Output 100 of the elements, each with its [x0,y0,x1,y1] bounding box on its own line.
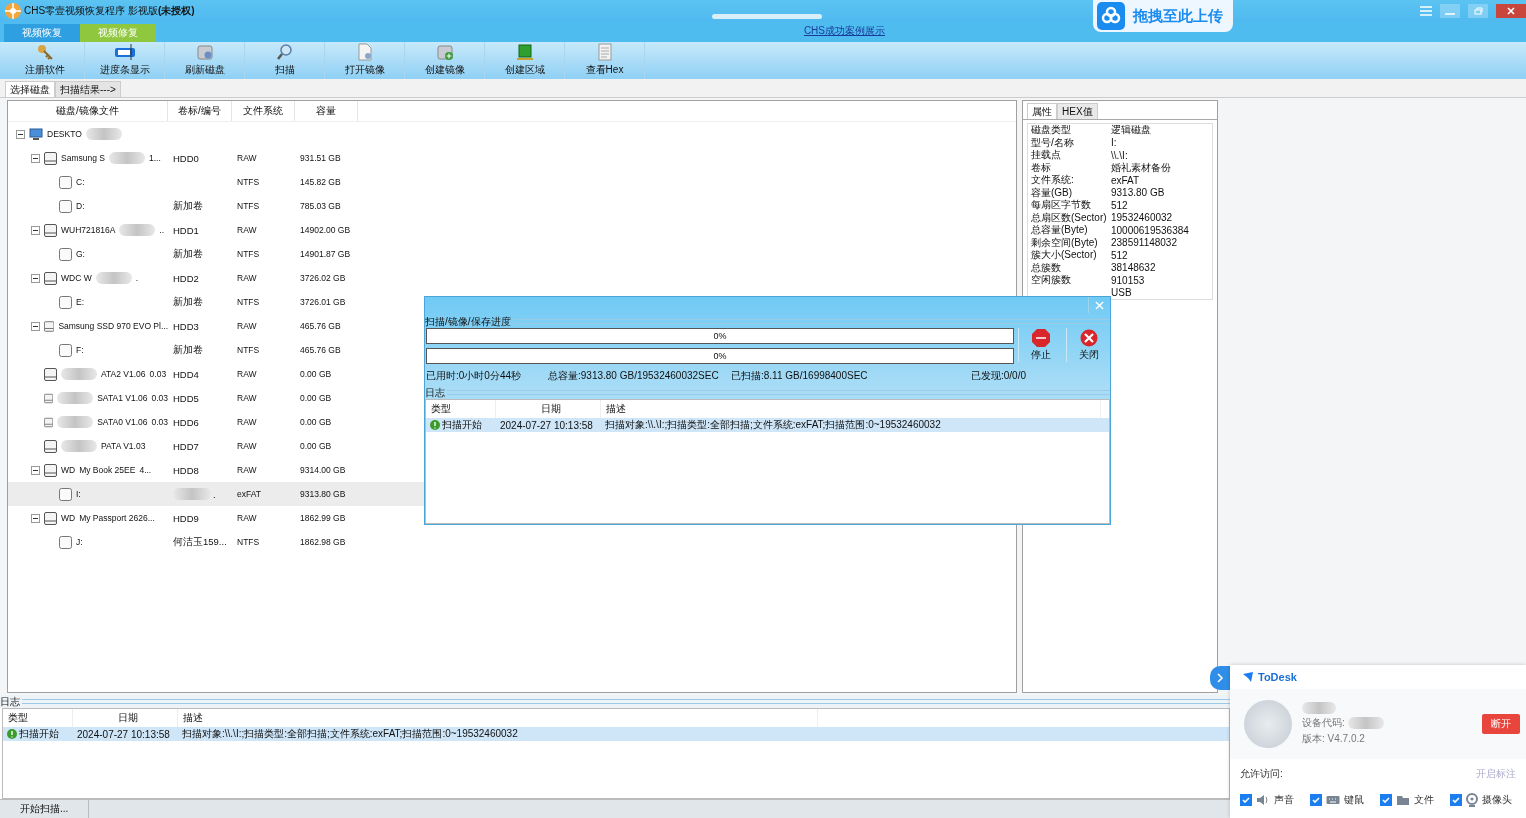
drive-name: Samsung SSD 970 EVO Pl... [58,321,168,331]
capacity: 0.00 GB [300,441,332,451]
scan-statistic: 已发现:0/0/0 [971,369,1028,383]
capacity: 9313.80 GB [300,489,346,499]
capacity: 465.76 GB [300,345,341,355]
property-name: 总容量(Byte) [1031,224,1088,236]
file-system: RAW [237,321,257,331]
file-system: NTFS [237,201,260,211]
drive-name: 0.03 [151,393,168,403]
property-value: 512 [1111,249,1128,261]
log-description: 扫描对象:\\.\I:;扫描类型:全部扫描;文件系统:exFAT;扫描范围:0~19532460032 [182,727,518,741]
file-system: RAW [237,369,257,379]
property-value: 38148632 [1111,262,1156,274]
volume-label: 新加卷 [173,199,203,213]
capacity: 3726.01 GB [300,297,346,307]
property-name: 文件系统: [1031,174,1074,186]
drive-name: 1... [148,153,161,163]
version-text: 版本: V4.7.0.2 [1302,732,1366,746]
property-name: 型号/名称 [1031,136,1074,148]
file-system: RAW [237,225,257,235]
file-system: NTFS [237,297,260,307]
drive-name: J: [76,537,83,547]
volume-label: 新加卷 [173,295,203,309]
property-name: 磁盘类型 [1031,124,1071,136]
drive-name: Samsung S [61,153,105,163]
file-system: NTFS [237,345,260,355]
volume-label: 新加卷 [173,247,203,261]
file-system: RAW [237,153,257,163]
section-title: 日志 [425,385,445,400]
volume-label: HDD8 [173,464,199,476]
log-type: 扫描开始 [442,418,482,432]
drive-name: My Book 25EE [79,465,136,475]
volume-label: HDD3 [173,320,199,332]
property-name: 簇大小(Sector) [1031,249,1097,261]
file-system: RAW [237,393,257,403]
drive-name: I: [76,489,81,499]
drive-name: ATA2 V1.06 [101,369,146,379]
drive-name: G: [76,249,85,259]
volume-label: 何洁玉159... [173,535,227,549]
drive-name: My Passport 2626... [79,513,155,523]
capacity: 145.82 GB [300,177,341,187]
file-system: RAW [237,513,257,523]
property-name: 每扇区字节数 [1031,199,1091,211]
property-value: 910153 [1111,274,1145,286]
file-system: RAW [237,465,257,475]
property-value: exFAT [1111,174,1140,186]
progress-reading: 0% [713,351,727,361]
volume-label: HDD9 [173,512,199,524]
permission-label: 文件 [1414,793,1434,807]
property-name: 总簇数 [1031,261,1061,273]
file-system: exFAT [237,489,261,499]
drive-name: C: [76,177,85,187]
drive-name: E: [76,297,85,307]
volume-label: HDD7 [173,440,199,452]
file-system: RAW [237,417,257,427]
capacity: 0.00 GB [300,393,332,403]
volume-label: HDD0 [173,152,199,164]
section-title: 日志 [0,694,20,709]
drive-name: 0.03 [149,369,167,379]
capacity: 931.51 GB [300,153,341,163]
drive-name: DESKTO [47,129,82,139]
file-system: NTFS [237,249,260,259]
file-system: NTFS [237,537,260,547]
volume-label: HDD4 [173,368,199,380]
volume-label: . [213,488,216,500]
scan-statistic: 已扫描:8.11 GB/16998400SEC [731,369,869,383]
app-name: ToDesk [1258,671,1297,683]
file-system: RAW [237,273,257,283]
property-name: 挂载点 [1031,149,1061,161]
property-value: 19532460032 [1111,212,1173,224]
property-value: 逻辑磁盘 [1111,123,1151,138]
capacity: 0.00 GB [300,417,332,427]
drive-name: D: [76,201,85,211]
volume-label: HDD2 [173,272,199,284]
property-value: I: [1111,137,1117,149]
drive-name: WD [61,513,76,523]
window-title: CHS零壹视频恢复程序 影视版(未授权) [24,4,195,18]
capacity: 785.03 GB [300,201,341,211]
property-value: 512 [1111,199,1128,211]
capacity: 465.76 GB [300,321,341,331]
drive-name: . [135,273,139,283]
capacity: 1862.98 GB [300,537,346,547]
capacity: 9314.00 GB [300,465,346,475]
capacity: 0.00 GB [300,369,332,379]
drive-name: 4... [139,465,152,475]
capacity: 14901.87 GB [300,249,351,259]
progress-reading: 0% [713,331,727,341]
drive-name: WUH721816A [61,225,116,235]
volume-label: 新加卷 [173,343,203,357]
property-name: 卷标 [1031,161,1051,173]
drive-name: SATA1 V1.06 [97,393,148,403]
drive-name: WD [61,465,76,475]
property-value: 9313.80 GB [1111,187,1165,199]
drive-name: SATA0 V1.06 [97,417,148,427]
property-value: 238591148032 [1111,237,1177,249]
device-code-label: 设备代码: [1302,716,1345,730]
log-date: 2024-07-27 10:13:58 [77,728,170,740]
file-system: NTFS [237,177,260,187]
log-date: 2024-07-27 10:13:58 [500,419,593,431]
section-title: 扫描/镜像/保存进度 [425,314,511,329]
